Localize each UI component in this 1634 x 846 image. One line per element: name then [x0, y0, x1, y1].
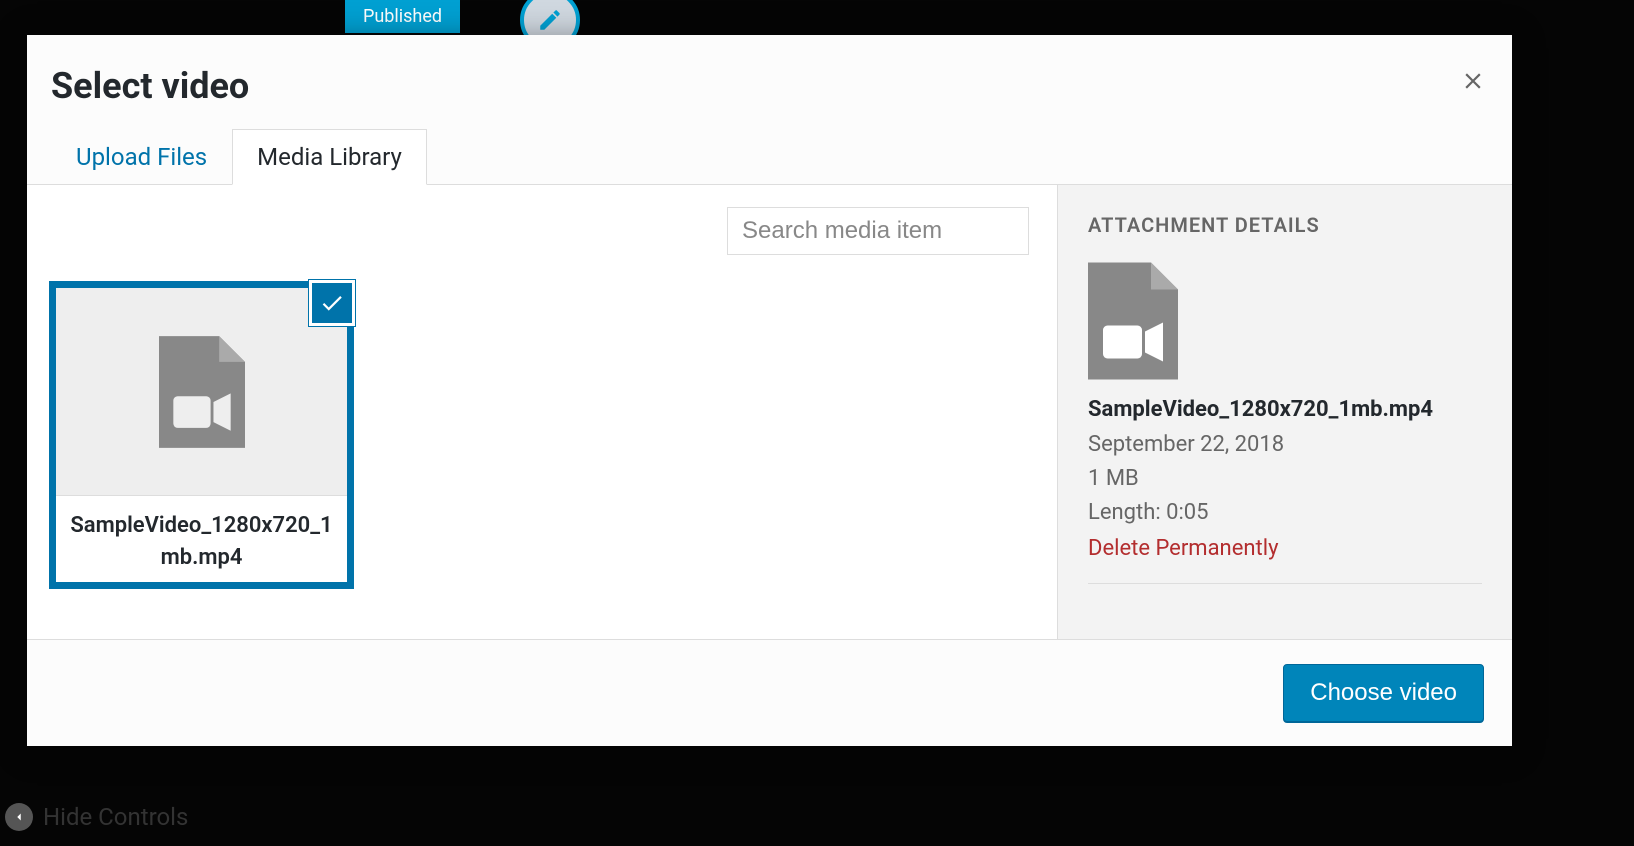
search-wrap: [727, 207, 1029, 255]
modal-footer: Choose video: [27, 639, 1512, 746]
video-file-icon: [1088, 261, 1178, 381]
close-button[interactable]: [1460, 67, 1486, 99]
media-thumbnail: [56, 288, 347, 496]
delete-permanently-link[interactable]: Delete Permanently: [1088, 536, 1482, 561]
check-icon: [319, 290, 345, 316]
modal-title: Select video: [51, 65, 1488, 107]
tab-upload-files[interactable]: Upload Files: [51, 129, 232, 184]
modal-body: SampleVideo_1280x720_1mb.mp4 ATTACHMENT …: [27, 184, 1512, 639]
search-input[interactable]: [727, 207, 1029, 255]
video-file-icon: [159, 332, 245, 452]
selected-check-badge[interactable]: [309, 280, 355, 326]
media-area: SampleVideo_1280x720_1mb.mp4: [27, 185, 1057, 639]
modal-header: Select video Upload Files Media Library: [27, 35, 1512, 184]
chevron-left-icon: [5, 803, 33, 831]
hide-controls[interactable]: Hide Controls: [0, 803, 188, 831]
select-video-modal: Select video Upload Files Media Library: [27, 35, 1512, 746]
media-item-filename: SampleVideo_1280x720_1mb.mp4: [56, 496, 347, 588]
attachment-size: 1 MB: [1088, 462, 1482, 496]
attachment-date: September 22, 2018: [1088, 428, 1482, 462]
sidebar-heading: ATTACHMENT DETAILS: [1088, 213, 1482, 237]
tabs: Upload Files Media Library: [51, 129, 1488, 184]
sidebar-divider: [1088, 583, 1482, 584]
hide-controls-label: Hide Controls: [43, 803, 188, 831]
choose-video-button[interactable]: Choose video: [1283, 664, 1484, 722]
tab-media-library[interactable]: Media Library: [232, 129, 427, 185]
media-item[interactable]: SampleVideo_1280x720_1mb.mp4: [49, 281, 354, 589]
media-grid: SampleVideo_1280x720_1mb.mp4: [49, 281, 1057, 589]
close-icon: [1460, 68, 1486, 94]
attachment-thumbnail: [1088, 261, 1178, 381]
attachment-details-sidebar: ATTACHMENT DETAILS SampleVideo_1280x720_…: [1057, 185, 1512, 639]
attachment-filename: SampleVideo_1280x720_1mb.mp4: [1088, 397, 1482, 422]
attachment-length: Length: 0:05: [1088, 496, 1482, 530]
published-badge: Published: [345, 0, 460, 33]
